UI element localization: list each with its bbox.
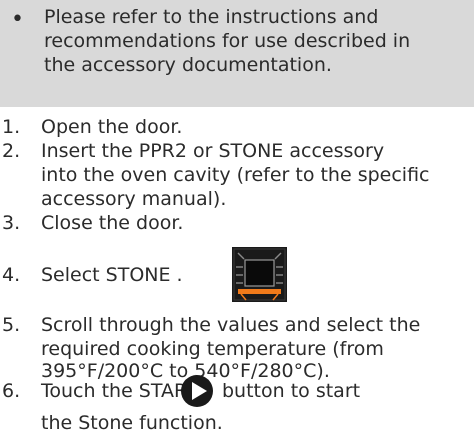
step-number: 4. <box>2 264 21 286</box>
step-number: 1. <box>2 116 21 138</box>
note-line: the accessory documentation. <box>44 54 332 76</box>
step-number: 6. <box>2 380 21 402</box>
step-text: Open the door. <box>41 116 183 138</box>
step-5-line-2: required cooking temperature (from <box>41 338 384 360</box>
step-number: 3. <box>2 212 21 234</box>
step-number: 5. <box>2 314 21 336</box>
step-2-line-2: into the oven cavity (refer to the speci… <box>41 164 430 186</box>
stone-function-icon <box>232 247 287 302</box>
step-text: Insert the PPR2 or STONE accessory <box>41 140 385 162</box>
note-bullet: • <box>11 7 24 32</box>
step-6-line-2: the Stone function. <box>41 412 223 434</box>
accessory-note: • Please refer to the instructions and r… <box>0 0 474 107</box>
note-line: Please refer to the instructions and <box>44 6 379 28</box>
step-text: Close the door. <box>41 212 184 234</box>
start-play-icon <box>181 375 213 407</box>
note-line: recommendations for use described in <box>44 30 411 52</box>
step-number: 2. <box>2 140 21 162</box>
step-text-after: button to start <box>222 380 361 402</box>
step-text-before: Touch the START <box>41 380 198 402</box>
step-text: Scroll through the values and select the <box>41 314 421 336</box>
step-2-line-3: accessory manual). <box>41 188 227 210</box>
step-text: Select STONE . <box>41 264 183 286</box>
note-text: Please refer to the instructions and rec… <box>44 5 464 77</box>
